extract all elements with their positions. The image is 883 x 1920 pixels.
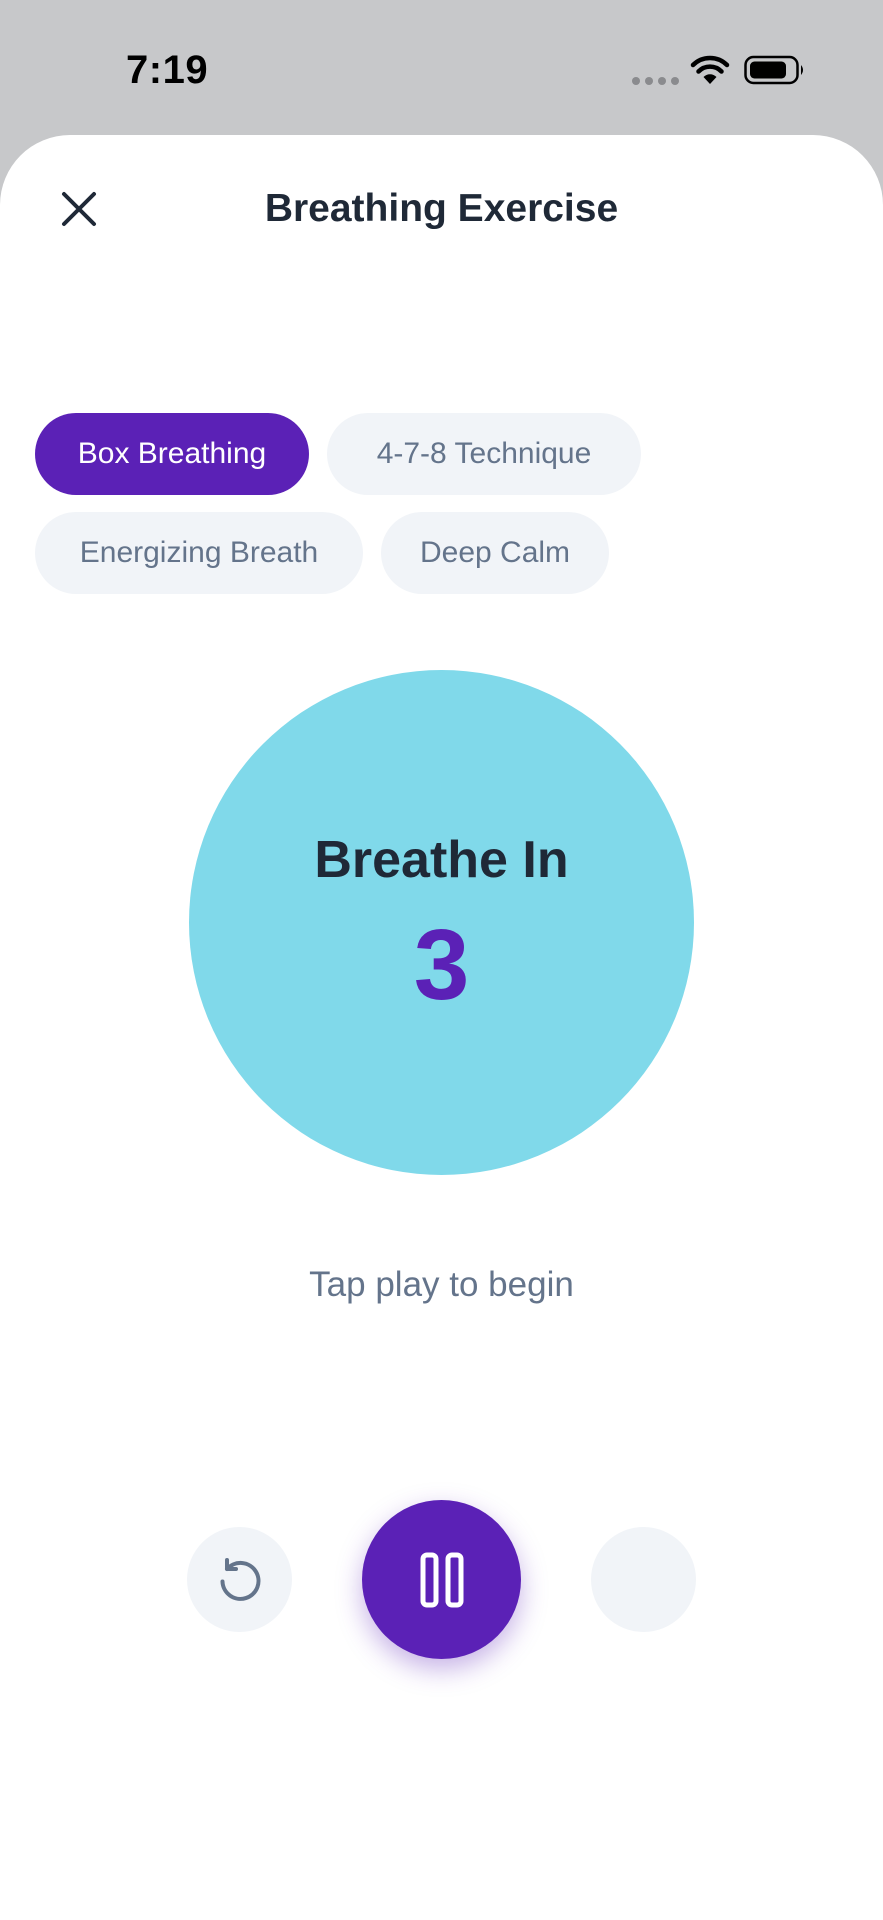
page-title: Breathing Exercise — [264, 187, 619, 230]
status-bar: 7:19 — [0, 0, 883, 135]
reset-icon — [220, 1557, 260, 1601]
breathing-circle: Breathe In 3 — [189, 670, 694, 1175]
secondary-control-button[interactable] — [591, 1527, 696, 1632]
breath-count: 3 — [413, 909, 470, 1021]
wifi-icon — [690, 55, 730, 84]
status-time: 7:19 — [126, 48, 209, 92]
reset-button[interactable] — [187, 1527, 292, 1632]
battery-icon — [744, 55, 803, 85]
technique-chip-4-7-8[interactable]: 4-7-8 Technique — [327, 413, 641, 495]
signal-dots-icon — [632, 77, 679, 85]
technique-chip-box-breathing[interactable]: Box Breathing — [35, 413, 309, 495]
technique-chip-deep-calm[interactable]: Deep Calm — [381, 512, 609, 594]
hint-text: Tap play to begin — [309, 1265, 574, 1304]
technique-chip-energizing-breath[interactable]: Energizing Breath — [35, 512, 363, 594]
pause-button[interactable] — [362, 1500, 521, 1659]
pause-icon — [420, 1552, 463, 1607]
breath-phase-label: Breathe In — [314, 831, 569, 889]
